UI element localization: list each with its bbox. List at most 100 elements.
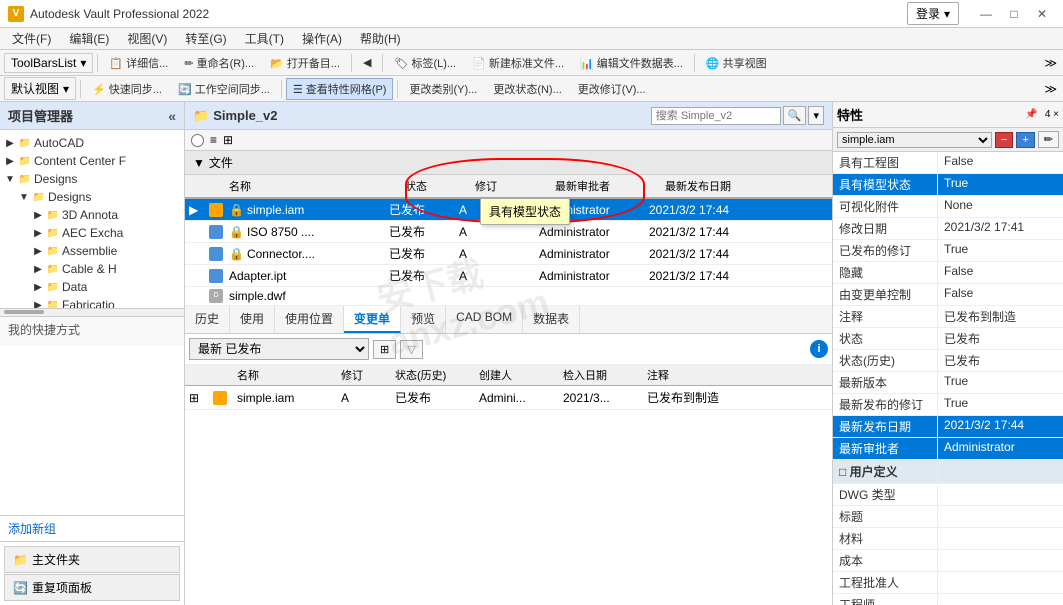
lower-col-status[interactable]: 状态(历史) [395,367,475,383]
menu-edit[interactable]: 编辑(E) [61,28,117,49]
search-input[interactable] [651,107,781,125]
expander-data[interactable]: ▶ [32,281,44,293]
lower-col-note[interactable]: 注释 [647,367,747,383]
tree-item-cableh[interactable]: ▶ 📁 Cable & H [0,260,184,278]
col-reviewer-header[interactable]: 最新审批者 [555,178,665,194]
edit-file-data-btn[interactable]: 📊 编辑文件数据表... [573,52,690,74]
tab-changelist[interactable]: 变更单 [344,306,401,333]
expander-assemblie[interactable]: ▶ [32,245,44,257]
menu-help[interactable]: 帮助(H) [352,28,409,49]
nav-back-btn[interactable]: ◀ [356,53,378,72]
collapse-left-panel-btn[interactable]: « [168,108,176,124]
row-expand-simple-iam[interactable]: ▶ [189,203,209,217]
share-view-btn[interactable]: 🌐 共享视图 [699,52,774,74]
menu-action[interactable]: 操作(A) [294,28,350,49]
tab-cadbom[interactable]: CAD BOM [446,306,523,333]
prop-plus-btn[interactable]: + [1016,132,1034,148]
col-revision-header[interactable]: 修订 [475,178,515,194]
expander-designs-l2[interactable]: ▼ [18,191,30,203]
main-folder-btn[interactable]: 📁 主文件夹 [4,546,180,573]
file-row-connector[interactable]: 🔒 Connector.... 已发布 A Administrator 2021… [185,243,832,265]
lower-row-icon [213,391,233,405]
change-category-btn[interactable]: 更改类别(Y)... [402,78,484,100]
file-reviewer-adapter: Administrator [539,269,649,283]
col-date-header[interactable]: 最新发布日期 [665,178,775,194]
view-grid-icon[interactable]: ⊞ [223,133,233,147]
menu-tools[interactable]: 工具(T) [237,28,292,49]
minimize-button[interactable]: — [973,4,999,24]
tree-item-assemblie[interactable]: ▶ 📁 Assemblie [0,242,184,260]
search-btn[interactable]: 🔍 [783,106,807,125]
properties-file-select[interactable]: simple.iam [837,132,992,148]
change-status-btn[interactable]: 更改状态(N)... [486,78,568,100]
lower-col-creator[interactable]: 创建人 [479,367,559,383]
expander-designs-l1[interactable]: ▼ [4,173,16,185]
tab-use[interactable]: 使用 [230,306,275,333]
lower-col-revision[interactable]: 修订 [341,367,391,383]
menu-view[interactable]: 视图(V) [119,28,175,49]
tree-scroll-handle[interactable] [0,308,184,316]
tree-item-designs-l2[interactable]: ▼ 📁 Designs [0,188,184,206]
lower-col-name[interactable]: 名称 [237,367,337,383]
info-icon[interactable]: i [810,340,828,358]
expander-3dannota[interactable]: ▶ [32,209,44,221]
view-property-grid-btn[interactable]: ☰ 查看特性网格(P) [286,78,394,100]
expander-fabricatio[interactable]: ▶ [32,299,44,308]
tree-item-fabricatio[interactable]: ▶ 📁 Fabricatio [0,296,184,308]
col-status-header[interactable]: 状态 [405,178,475,194]
expander-cableh[interactable]: ▶ [32,263,44,275]
lower-grid-btn[interactable]: ⊞ [373,340,396,359]
shortcuts-title: 我的快捷方式 [8,321,176,338]
search-options-btn[interactable]: ▾ [808,106,824,125]
toolbar-options-btn[interactable]: ≫ [1042,54,1059,72]
file-row-simpledwf[interactable]: D simple.dwf [185,287,832,306]
tree-item-content[interactable]: ▶ 📁 Content Center F [0,152,184,170]
default-view-dropdown[interactable]: 默认视图 ▾ [4,77,76,100]
tab-preview[interactable]: 预览 [401,306,446,333]
quick-sync-btn[interactable]: ⚡ 快速同步... [85,78,169,100]
tag-btn[interactable]: 🏷 标签(L)... [387,52,463,74]
details-btn[interactable]: 📋 详细信... [102,52,175,74]
add-group-btn[interactable]: 添加新组 [0,515,184,541]
tree-item-data[interactable]: ▶ 📁 Data [0,278,184,296]
reset-panel-btn[interactable]: 🔄 重复项面板 [4,574,180,601]
prop-minus-btn[interactable]: − [995,132,1013,148]
tab-history[interactable]: 历史 [185,306,230,333]
tree-item-designs-l1[interactable]: ▼ 📁 Designs [0,170,184,188]
lower-col-date[interactable]: 检入日期 [563,367,643,383]
maximize-button[interactable]: □ [1001,4,1027,24]
change-revision-btn[interactable]: 更改修订(V)... [571,78,653,100]
col-name-header[interactable]: 名称 [229,178,389,194]
tab-datatable[interactable]: 数据表 [523,306,580,333]
lower-row-1[interactable]: ⊞ simple.iam A 已发布 Admini... 2021/3... 已… [185,386,832,410]
toolbar2-options-btn[interactable]: ≫ [1042,80,1059,98]
open-target-btn[interactable]: 📂 打开备目... [263,52,347,74]
expander-aecexcha[interactable]: ▶ [32,227,44,239]
tree-item-aecexcha[interactable]: ▶ 📁 AEC Excha [0,224,184,242]
radio-view[interactable] [191,134,204,147]
login-label: 登录 [916,5,940,22]
menu-file[interactable]: 文件(F) [4,28,59,49]
expander-autocad[interactable]: ▶ [4,137,16,149]
login-dropdown-icon[interactable]: ▾ [944,7,950,21]
view-options-icon[interactable]: ≡ [210,133,217,147]
rename-btn[interactable]: ✏ 重命名(R)... [177,52,261,74]
close-button[interactable]: ✕ [1029,4,1055,24]
section-expand-icon[interactable]: ▼ [193,156,205,170]
file-revision-adapter: A [459,269,499,283]
tab-use-location[interactable]: 使用位置 [275,306,344,333]
lower-row-expand[interactable]: ⊞ [189,391,209,405]
prop-edit-btn[interactable]: ✏ [1038,131,1059,148]
lower-info-btn[interactable]: i [810,340,828,358]
lower-filter-btn[interactable]: ▽ [400,340,422,359]
menu-goto[interactable]: 转至(G) [177,28,234,49]
expander-content[interactable]: ▶ [4,155,16,167]
file-row-adapter[interactable]: Adapter.ipt 已发布 A Administrator 2021/3/2… [185,265,832,287]
tree-item-3dannota[interactable]: ▶ 📁 3D Annota [0,206,184,224]
tree-item-autocad[interactable]: ▶ 📁 AutoCAD [0,134,184,152]
lower-filter-select[interactable]: 最新 已发布 全部 [189,338,369,360]
toolbars-list-dropdown[interactable]: ToolBarsList ▾ [4,53,93,73]
login-area[interactable]: 登录 ▾ [907,2,959,25]
workspace-sync-btn[interactable]: 🔄 工作空间同步... [171,78,277,100]
new-standard-btn[interactable]: 📄 新建标准文件... [465,52,571,74]
